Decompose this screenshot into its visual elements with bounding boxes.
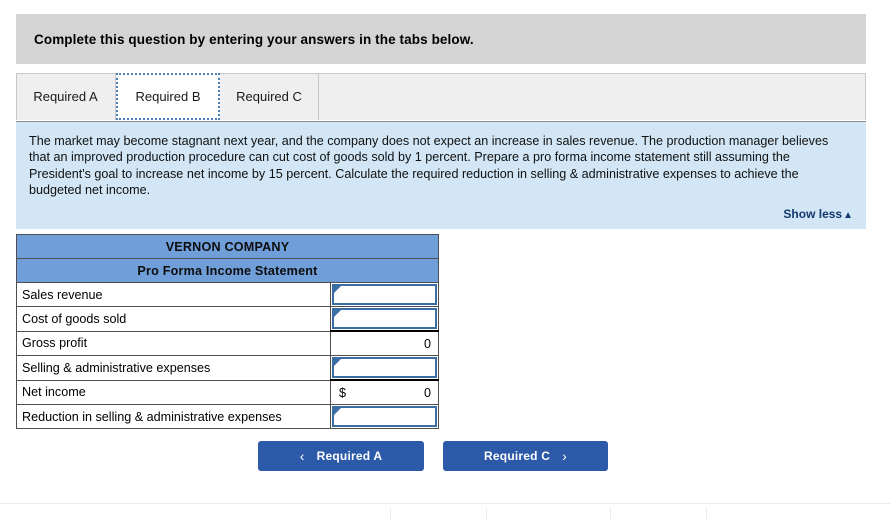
- instruction-banner-text: Complete this question by entering your …: [34, 31, 474, 47]
- next-required-c-button[interactable]: Required C ›: [443, 441, 608, 471]
- pro-forma-income-statement-table: VERNON COMPANY Pro Forma Income Statemen…: [16, 234, 439, 429]
- input-reduction-selling-admin-expenses[interactable]: [332, 406, 437, 427]
- readonly-gross-profit: 0: [331, 332, 438, 355]
- company-name-header: VERNON COMPANY: [16, 234, 439, 259]
- table-row: Reduction in selling & administrative ex…: [16, 404, 439, 429]
- table-row: Gross profit 0: [16, 330, 439, 356]
- bottom-bar-divider: [610, 507, 611, 520]
- row-label-net-income: Net income: [16, 379, 331, 405]
- row-label-reduction-selling-admin-expenses: Reduction in selling & administrative ex…: [16, 404, 331, 429]
- value-net-income: 0: [423, 385, 431, 400]
- currency-symbol-net-income: $: [339, 385, 347, 400]
- table-row: Cost of goods sold: [16, 306, 439, 332]
- input-cost-of-goods-sold[interactable]: [332, 308, 437, 329]
- tab-required-b[interactable]: Required B: [116, 73, 220, 120]
- value-cell-net-income: $ 0: [330, 379, 439, 405]
- tab-required-a[interactable]: Required A: [16, 73, 116, 120]
- statement-title-header: Pro Forma Income Statement: [16, 258, 439, 283]
- input-sales-revenue[interactable]: [332, 284, 437, 305]
- table-row-statement-title: Pro Forma Income Statement: [16, 258, 439, 283]
- value-cell-reduction-selling-admin-expenses: [330, 404, 439, 429]
- previous-button-label: Required A: [316, 449, 383, 463]
- row-label-selling-admin-expenses: Selling & administrative expenses: [16, 355, 331, 381]
- table-row-company-header: VERNON COMPANY: [16, 234, 439, 259]
- tab-bar: Required A Required B Required C: [16, 73, 866, 121]
- tab-required-b-label: Required B: [135, 89, 201, 104]
- tab-required-c[interactable]: Required C: [220, 73, 319, 120]
- table-row: Sales revenue: [16, 282, 439, 307]
- chevron-right-icon: ›: [562, 448, 567, 464]
- bottom-bar-divider: [706, 507, 707, 520]
- show-less-toggle[interactable]: Show less▲: [783, 207, 853, 221]
- readonly-net-income: $ 0: [331, 381, 438, 404]
- bottom-bar-divider: [390, 507, 391, 520]
- row-label-sales-revenue: Sales revenue: [16, 282, 331, 307]
- input-selling-admin-expenses[interactable]: [332, 357, 437, 378]
- row-label-cost-of-goods-sold: Cost of goods sold: [16, 306, 331, 332]
- chevron-left-icon: ‹: [299, 448, 305, 464]
- previous-required-a-button[interactable]: ‹ Required A: [258, 441, 424, 471]
- table-row: Net income $ 0: [16, 379, 439, 405]
- value-cell-cost-of-goods-sold: [330, 306, 439, 332]
- value-cell-selling-admin-expenses: [330, 355, 439, 381]
- caret-up-icon: ▲: [843, 210, 853, 221]
- bottom-bar-divider: [486, 507, 487, 520]
- bottom-bar: [0, 503, 890, 520]
- show-less-label: Show less: [783, 207, 843, 221]
- next-button-label: Required C: [484, 449, 551, 463]
- row-label-gross-profit: Gross profit: [16, 330, 331, 356]
- question-text: The market may become stagnant next year…: [29, 134, 829, 198]
- instruction-banner: Complete this question by entering your …: [16, 14, 866, 64]
- tab-required-a-label: Required A: [33, 89, 98, 104]
- value-cell-gross-profit: 0: [330, 330, 439, 356]
- tab-required-c-label: Required C: [236, 89, 302, 104]
- question-panel: The market may become stagnant next year…: [16, 121, 866, 229]
- value-cell-sales-revenue: [330, 282, 439, 307]
- table-row: Selling & administrative expenses: [16, 355, 439, 381]
- value-gross-profit: 0: [423, 336, 431, 351]
